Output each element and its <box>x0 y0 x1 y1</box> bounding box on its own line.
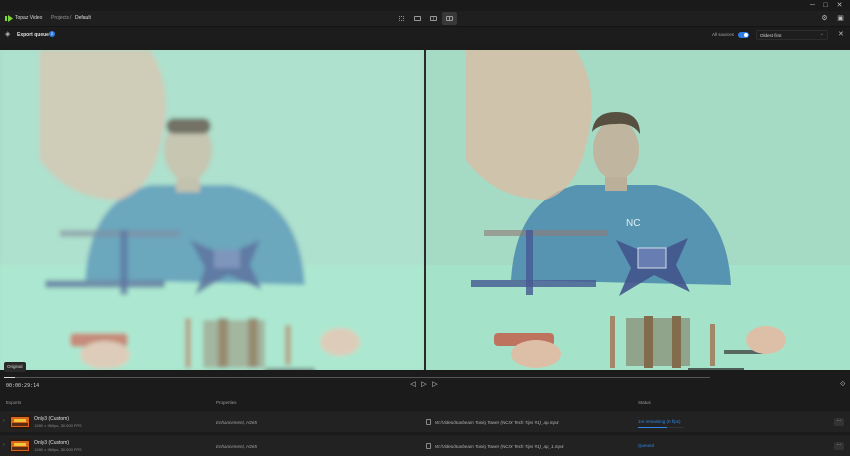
app-header: Topaz Video Projects / Default ⚙ ▣ <box>0 11 850 27</box>
view-side-by-side-button[interactable] <box>442 12 457 25</box>
status-text: 1m remaining (0 f/ps) <box>638 419 681 424</box>
export-properties: Enhancement, H265 <box>216 444 258 449</box>
file-icon <box>426 443 431 449</box>
header-properties: Properties <box>216 400 237 405</box>
breadcrumb-default[interactable]: Default <box>75 15 91 21</box>
header-exports: Exports <box>6 400 22 405</box>
table-row[interactable]: › Only3 (Custom) 1280 × 960px, 30.000 FP… <box>0 410 850 432</box>
stack-icon: ◈ <box>5 31 11 38</box>
more-options-button[interactable]: ··· <box>834 442 844 450</box>
fit-timeline-icon[interactable]: ⟐ <box>840 381 848 389</box>
exports-table-header: Exports Properties Status <box>0 398 850 408</box>
export-meta: 1280 × 960px, 30.000 FPS <box>34 447 82 452</box>
app-name: Topaz Video <box>15 15 43 21</box>
next-frame-icon[interactable]: ▷ <box>431 381 439 389</box>
export-queue-bar: ◈ Export queue 2 All sources Oldest firs… <box>0 28 850 43</box>
original-frame[interactable] <box>0 50 424 370</box>
single-view-icon <box>399 16 404 21</box>
minimize-button[interactable]: ─ <box>808 1 817 10</box>
timecode: 00:00:29:14 <box>6 383 40 389</box>
preview-view-icon <box>414 16 421 21</box>
export-panel-icon[interactable]: ▣ <box>836 14 845 23</box>
previous-frame-icon[interactable]: ◁ <box>409 381 417 389</box>
video-thumbnail <box>9 439 31 453</box>
queue-count-badge: 2 <box>49 31 55 37</box>
enhanced-video-image: NC <box>426 50 850 370</box>
sort-order-select[interactable]: Oldest first ⌄ <box>756 30 828 40</box>
export-path[interactable]: W:/Video/Sunbeam Tuniq Tower (NCIX Tech … <box>435 420 559 425</box>
timeline-bar: 00:00:29:14 ◁ ▷ ▷ ⟐ <box>0 372 850 396</box>
all-sources-toggle[interactable] <box>738 32 749 38</box>
status-text: Queued <box>638 443 655 448</box>
sort-order-value: Oldest first <box>760 32 782 38</box>
play-icon[interactable]: ▷ <box>420 381 428 389</box>
maximize-button[interactable]: □ <box>821 1 830 10</box>
enhanced-frame[interactable]: NC <box>426 50 850 370</box>
breadcrumb-projects[interactable]: Projects <box>51 15 69 21</box>
export-name: Only3 (Custom) <box>34 440 70 446</box>
header-status: Status <box>638 400 651 405</box>
table-row[interactable]: › Only3 (Custom) 1280 × 960px, 30.000 FP… <box>0 434 850 456</box>
export-properties: Enhancement, H265 <box>216 420 258 425</box>
export-queue-title: Export queue <box>17 32 49 38</box>
export-path[interactable]: W:/Video/Sunbeam Tuniq Tower (NCIX Tech … <box>435 444 564 449</box>
chevron-right-icon[interactable]: › <box>3 442 5 448</box>
view-preview-button[interactable] <box>410 12 425 25</box>
timeline-progress <box>4 377 15 378</box>
view-single-button[interactable] <box>394 12 409 25</box>
chevron-down-icon: ⌄ <box>819 31 824 37</box>
original-video-image <box>0 50 424 370</box>
close-queue-icon[interactable]: ✕ <box>838 31 846 39</box>
export-name: Only3 (Custom) <box>34 416 70 422</box>
video-thumbnail <box>9 415 31 429</box>
side-by-side-icon <box>446 16 453 21</box>
view-split-button[interactable] <box>426 12 441 25</box>
file-icon <box>426 419 431 425</box>
all-sources-label: All sources <box>712 32 735 37</box>
original-label-tooltip: Original <box>4 362 26 372</box>
export-meta: 1280 × 960px, 30.000 FPS <box>34 423 82 428</box>
close-window-button[interactable]: ✕ <box>835 1 844 10</box>
settings-gear-icon[interactable]: ⚙ <box>820 14 829 23</box>
status-progress-bar <box>638 427 684 428</box>
breadcrumb-separator: / <box>70 15 72 21</box>
timeline-scrubber[interactable] <box>4 377 710 378</box>
comparison-divider[interactable] <box>424 50 426 370</box>
more-options-button[interactable]: ··· <box>834 418 844 426</box>
window-titlebar: ─ □ ✕ <box>0 0 850 11</box>
split-view-icon <box>430 16 437 21</box>
topaz-logo-icon <box>5 15 13 22</box>
chevron-right-icon[interactable]: › <box>3 418 5 424</box>
